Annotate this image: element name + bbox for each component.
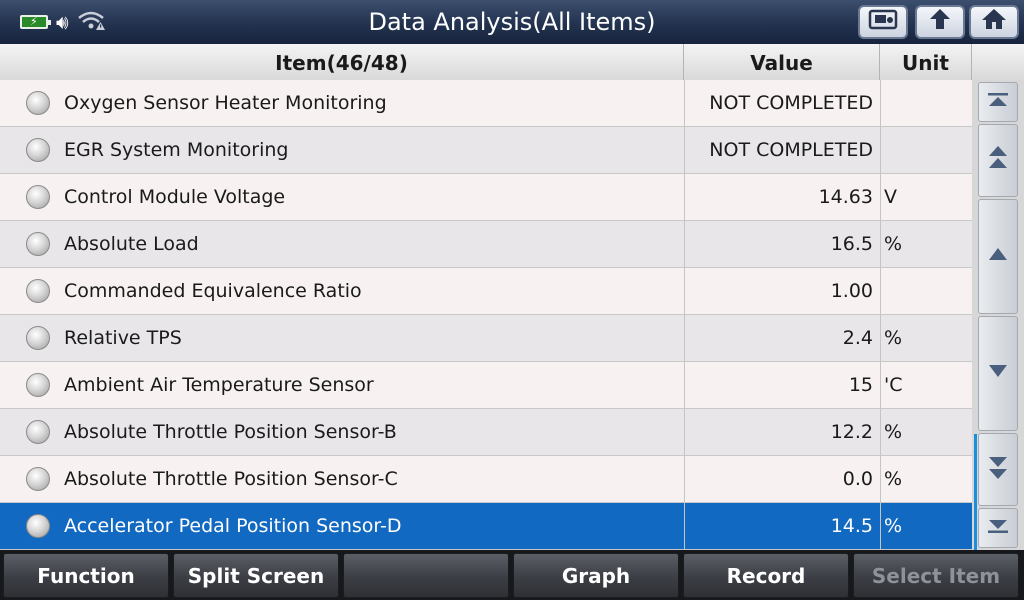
- item-value: 16.5: [684, 221, 880, 267]
- line-up-icon: [987, 246, 1009, 267]
- screen-capture-button[interactable]: [858, 5, 908, 39]
- home-icon: [981, 7, 1007, 37]
- column-header-unit: Unit: [880, 44, 972, 80]
- item-value: 1.00: [684, 268, 880, 314]
- data-list: Oxygen Sensor Heater Monitoring NOT COMP…: [0, 80, 972, 550]
- item-value: NOT COMPLETED: [684, 127, 880, 173]
- table-row[interactable]: Commanded Equivalence Ratio 1.00: [0, 268, 972, 315]
- speaker-icon: 🔊︎: [56, 10, 69, 34]
- item-value: NOT COMPLETED: [684, 80, 880, 126]
- item-unit: [880, 127, 972, 173]
- line-down-icon: [987, 363, 1009, 384]
- screen-capture-icon: [868, 8, 898, 36]
- item-unit: [880, 80, 972, 126]
- item-unit: %: [880, 315, 972, 361]
- page-down-button[interactable]: [978, 433, 1018, 506]
- title-bar: ⚡ 🔊︎ Data Analysis(All Items): [0, 0, 1024, 45]
- item-unit: [880, 268, 972, 314]
- item-unit: %: [880, 503, 972, 549]
- scroll-bottom-button[interactable]: [978, 508, 1018, 548]
- page-up-button[interactable]: [978, 124, 1018, 197]
- table-header: Item(46/48) Value Unit: [0, 44, 1024, 81]
- item-value: 0.0: [684, 456, 880, 502]
- row-radio-icon[interactable]: [26, 232, 50, 256]
- scroll-top-icon: [987, 92, 1009, 113]
- item-unit: %: [880, 456, 972, 502]
- row-radio-icon[interactable]: [26, 467, 50, 491]
- item-value: 12.2: [684, 409, 880, 455]
- back-up-icon: [927, 7, 953, 37]
- row-radio-icon[interactable]: [26, 326, 50, 350]
- table-row[interactable]: Ambient Air Temperature Sensor 15 'C: [0, 362, 972, 409]
- row-radio-icon[interactable]: [26, 373, 50, 397]
- item-value: 14.63: [684, 174, 880, 220]
- table-row[interactable]: Absolute Throttle Position Sensor-C 0.0 …: [0, 456, 972, 503]
- line-up-button[interactable]: [978, 199, 1018, 314]
- row-radio-icon[interactable]: [26, 279, 50, 303]
- scrollbar-thumb[interactable]: [974, 434, 977, 550]
- item-name: Absolute Load: [64, 233, 199, 255]
- item-value: 2.4: [684, 315, 880, 361]
- item-unit: V: [880, 174, 972, 220]
- table-row[interactable]: Absolute Throttle Position Sensor-B 12.2…: [0, 409, 972, 456]
- row-radio-icon[interactable]: [26, 420, 50, 444]
- column-header-value: Value: [684, 44, 880, 80]
- scroll-bottom-icon: [987, 518, 1009, 539]
- bottom-toolbar: Function Split Screen Graph Record Selec…: [0, 550, 1024, 600]
- status-icons: ⚡ 🔊︎: [20, 8, 105, 36]
- table-row[interactable]: Oxygen Sensor Heater Monitoring NOT COMP…: [0, 80, 972, 127]
- item-name: Absolute Throttle Position Sensor-C: [64, 468, 398, 490]
- empty-button[interactable]: [343, 553, 509, 598]
- column-header-item: Item(46/48): [0, 44, 684, 80]
- split-screen-button[interactable]: Split Screen: [173, 553, 339, 598]
- page-down-icon: [987, 454, 1009, 485]
- item-name: Commanded Equivalence Ratio: [64, 280, 362, 302]
- item-unit: %: [880, 409, 972, 455]
- item-value: 14.5: [684, 503, 880, 549]
- row-radio-icon[interactable]: [26, 185, 50, 209]
- item-name: Control Module Voltage: [64, 186, 286, 208]
- back-button[interactable]: [915, 5, 965, 39]
- scroll-top-button[interactable]: [978, 82, 1018, 122]
- page-title: Data Analysis(All Items): [368, 8, 656, 36]
- table-row[interactable]: Control Module Voltage 14.63 V: [0, 174, 972, 221]
- table-row[interactable]: Relative TPS 2.4 %: [0, 315, 972, 362]
- item-name: Oxygen Sensor Heater Monitoring: [64, 92, 387, 114]
- line-down-button[interactable]: [978, 316, 1018, 431]
- table-row-selected[interactable]: Accelerator Pedal Position Sensor-D 14.5…: [0, 503, 972, 550]
- record-button[interactable]: Record: [683, 553, 849, 598]
- item-name: Accelerator Pedal Position Sensor-D: [64, 515, 402, 537]
- item-unit: %: [880, 221, 972, 267]
- scroll-panel: [972, 80, 1024, 550]
- wifi-warning-icon: [77, 9, 105, 35]
- item-name: Ambient Air Temperature Sensor: [64, 374, 374, 396]
- graph-button[interactable]: Graph: [513, 553, 679, 598]
- table-row[interactable]: EGR System Monitoring NOT COMPLETED: [0, 127, 972, 174]
- home-button[interactable]: [969, 5, 1019, 39]
- item-value: 15: [684, 362, 880, 408]
- row-radio-icon[interactable]: [26, 91, 50, 115]
- function-button[interactable]: Function: [3, 553, 169, 598]
- item-name: Absolute Throttle Position Sensor-B: [64, 421, 397, 443]
- select-item-button[interactable]: Select Item: [853, 553, 1019, 598]
- battery-charging-icon: ⚡: [20, 15, 51, 29]
- item-name: Relative TPS: [64, 327, 182, 349]
- page-up-icon: [987, 145, 1009, 176]
- table-row[interactable]: Absolute Load 16.5 %: [0, 221, 972, 268]
- row-radio-icon[interactable]: [26, 138, 50, 162]
- item-unit: 'C: [880, 362, 972, 408]
- item-name: EGR System Monitoring: [64, 139, 289, 161]
- row-radio-icon[interactable]: [26, 514, 50, 538]
